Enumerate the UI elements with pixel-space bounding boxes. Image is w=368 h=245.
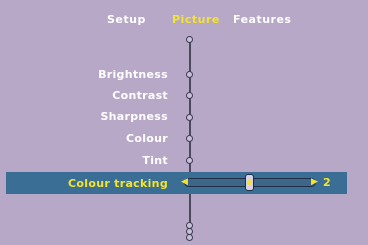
menu-tabs: Setup Picture Features <box>0 13 368 29</box>
scroll-down-knob-icon-3 <box>186 234 193 241</box>
tab-picture[interactable]: Picture <box>172 13 220 26</box>
tab-setup[interactable]: Setup <box>107 13 146 26</box>
tv-menu-screen: Setup Picture Features Brightness Contra… <box>0 0 368 245</box>
thumb-indicator <box>247 180 252 185</box>
tint-knob-icon <box>186 157 193 164</box>
menu-item-colour[interactable]: Colour <box>126 132 168 145</box>
menu-item-contrast[interactable]: Contrast <box>112 89 168 102</box>
tab-features[interactable]: Features <box>233 13 291 26</box>
sharpness-knob-icon <box>186 114 193 121</box>
left-arrow-icon[interactable]: ◀ <box>181 178 188 187</box>
menu-item-tint[interactable]: Tint <box>142 154 168 167</box>
slider-thumb-icon[interactable] <box>245 174 254 191</box>
menu-top-knob-icon <box>186 36 193 43</box>
menu-item-colour-tracking[interactable]: Colour tracking <box>68 177 168 190</box>
menu-item-sharpness[interactable]: Sharpness <box>100 110 168 123</box>
contrast-knob-icon <box>186 92 193 99</box>
right-arrow-icon[interactable]: ▶ <box>311 178 318 187</box>
menu-item-brightness[interactable]: Brightness <box>98 68 168 81</box>
brightness-knob-icon <box>186 71 193 78</box>
colour-tracking-value: 2 <box>323 176 331 189</box>
colour-knob-icon <box>186 135 193 142</box>
